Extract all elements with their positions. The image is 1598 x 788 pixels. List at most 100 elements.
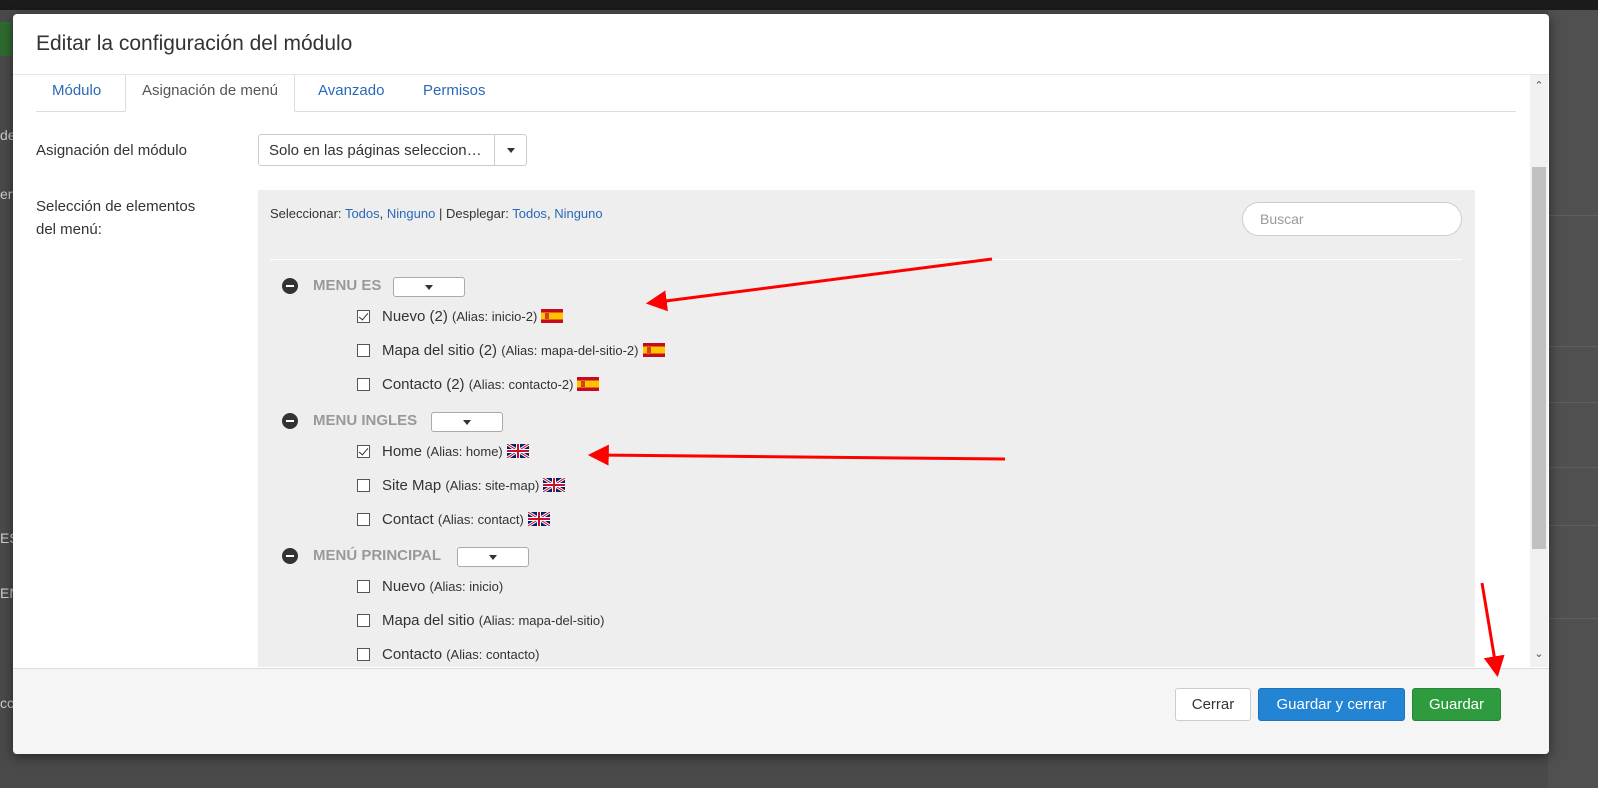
expand-label: Desplegar: — [445, 206, 509, 221]
scrollbar-thumb[interactable] — [1532, 167, 1546, 549]
menu-item-label: Mapa del sitio (Alias: mapa-del-sitio) — [382, 612, 604, 629]
item-alias: (Alias: mapa-del-sitio) — [478, 613, 605, 628]
item-title: Site Map — [382, 477, 442, 494]
page-top-bar — [0, 0, 1598, 10]
menu-item-checkbox[interactable] — [357, 310, 370, 323]
background-text: cc — [0, 695, 14, 711]
selection-label-line1: Selección de elementos — [36, 198, 196, 215]
menu-item-label: Contact (Alias: contact) — [382, 511, 550, 528]
uk-flag-icon — [506, 444, 529, 458]
item-title: Mapa del sitio (2) — [382, 342, 498, 359]
chevron-down-icon — [463, 420, 471, 425]
background-right-edge — [1548, 10, 1598, 788]
menu-group-dropdown[interactable] — [457, 547, 529, 567]
close-button[interactable]: Cerrar — [1175, 688, 1251, 721]
item-title: Nuevo (2) — [382, 308, 448, 325]
item-title: Contacto (2) — [382, 376, 465, 393]
menu-item-checkbox[interactable] — [357, 479, 370, 492]
save-and-close-button[interactable]: Guardar y cerrar — [1258, 688, 1405, 721]
background-green-button — [0, 22, 12, 56]
collapse-minus-icon[interactable] — [282, 548, 298, 564]
chevron-down-icon — [489, 555, 497, 560]
collapse-minus-icon[interactable] — [282, 278, 298, 294]
assignment-select-value: Solo en las páginas seleccionadas — [269, 142, 489, 159]
item-alias: (Alias: home) — [426, 444, 503, 459]
selection-label: Selección de elementos del menú: — [36, 195, 195, 241]
collapse-minus-icon[interactable] — [282, 413, 298, 429]
selection-label-line2: del menú: — [36, 221, 102, 238]
menu-item-label: Site Map (Alias: site-map) — [382, 477, 566, 494]
spain-flag-icon — [541, 309, 564, 323]
item-title: Mapa del sitio — [382, 612, 475, 629]
assignment-select-toggle[interactable] — [494, 135, 527, 165]
uk-flag-icon — [527, 512, 550, 526]
select-all-link[interactable]: Todos — [345, 206, 380, 221]
menu-item-checkbox[interactable] — [357, 445, 370, 458]
tab-asignacion-de-menu[interactable]: Asignación de menú — [125, 75, 295, 112]
menu-item-label: Home (Alias: home) — [382, 443, 529, 460]
save-button[interactable]: Guardar — [1412, 688, 1501, 721]
assignment-select[interactable]: Solo en las páginas seleccionadas — [258, 134, 527, 166]
panel-divider — [270, 259, 1462, 260]
modal-footer: Cerrar Guardar y cerrar Guardar — [13, 668, 1549, 754]
item-title: Nuevo — [382, 578, 426, 595]
tab-permisos[interactable]: Permisos — [407, 75, 502, 111]
select-none-link[interactable]: Ninguno — [387, 206, 435, 221]
chevron-down-icon — [507, 148, 515, 153]
scroll-up-icon[interactable]: ⌃ — [1530, 77, 1548, 95]
menu-item-label: Contacto (2) (Alias: contacto-2) — [382, 376, 600, 393]
item-title: Contact — [382, 511, 434, 528]
menu-item-label: Nuevo (Alias: inicio) — [382, 578, 503, 595]
chevron-down-icon — [425, 285, 433, 290]
module-config-modal: Editar la configuración del módulo Módul… — [13, 14, 1549, 754]
menu-item-checkbox[interactable] — [357, 513, 370, 526]
menu-group-dropdown[interactable] — [393, 277, 465, 297]
spain-flag-icon — [577, 377, 600, 391]
menu-group-dropdown[interactable] — [431, 412, 503, 432]
tab-modulo[interactable]: Módulo — [36, 75, 117, 111]
menu-item-checkbox[interactable] — [357, 344, 370, 357]
select-label: Seleccionar: — [270, 206, 342, 221]
item-alias: (Alias: contact) — [437, 512, 524, 527]
menu-group-title: MENU ES — [313, 277, 382, 294]
item-title: Home — [382, 443, 423, 460]
tab-bar: Módulo Asignación de menú Avanzado Permi… — [36, 75, 1516, 112]
menu-item-checkbox[interactable] — [357, 580, 370, 593]
menu-item-label: Mapa del sitio (2) (Alias: mapa-del-siti… — [382, 342, 665, 359]
item-title: Contacto — [382, 646, 443, 663]
comma: , — [379, 206, 384, 221]
menu-item-label: Contacto (Alias: contacto) — [382, 646, 539, 663]
menu-item-label: Nuevo (2) (Alias: inicio-2) — [382, 308, 564, 325]
assignment-label: Asignación del módulo — [36, 142, 187, 159]
background-divider — [1548, 467, 1598, 468]
scroll-down-icon[interactable]: ⌄ — [1530, 645, 1548, 663]
item-alias: (Alias: mapa-del-sitio-2) — [501, 343, 639, 358]
search-input[interactable] — [1242, 202, 1462, 236]
menu-item-checkbox[interactable] — [357, 614, 370, 627]
menu-group-title: MENÚ PRINCIPAL — [313, 547, 442, 564]
item-alias: (Alias: inicio) — [429, 579, 504, 594]
spain-flag-icon — [642, 343, 665, 357]
tab-avanzado[interactable]: Avanzado — [302, 75, 400, 111]
modal-header: Editar la configuración del módulo — [13, 14, 1549, 75]
menu-item-checkbox[interactable] — [357, 648, 370, 661]
modal-title: Editar la configuración del módulo — [36, 32, 353, 55]
menu-selection-panel: Seleccionar: Todos, Ninguno | Desplegar:… — [258, 190, 1475, 667]
tools-separator: | — [438, 206, 443, 221]
background-divider — [1548, 402, 1598, 403]
menu-item-checkbox[interactable] — [357, 378, 370, 391]
expand-all-link[interactable]: Todos — [512, 206, 547, 221]
item-alias: (Alias: site-map) — [445, 478, 540, 493]
item-alias: (Alias: inicio-2) — [452, 309, 538, 324]
item-alias: (Alias: contacto) — [446, 647, 540, 662]
background-divider — [1548, 618, 1598, 619]
menu-group-title: MENU INGLES — [313, 412, 418, 429]
background-divider — [1548, 215, 1598, 216]
modal-body[interactable]: Módulo Asignación de menú Avanzado Permi… — [13, 75, 1549, 667]
uk-flag-icon — [543, 478, 566, 492]
background-divider — [1548, 346, 1598, 347]
comma: , — [546, 206, 551, 221]
expand-none-link[interactable]: Ninguno — [554, 206, 602, 221]
vertical-scrollbar[interactable]: ⌃ ⌄ — [1530, 75, 1548, 667]
background-divider — [1548, 525, 1598, 526]
